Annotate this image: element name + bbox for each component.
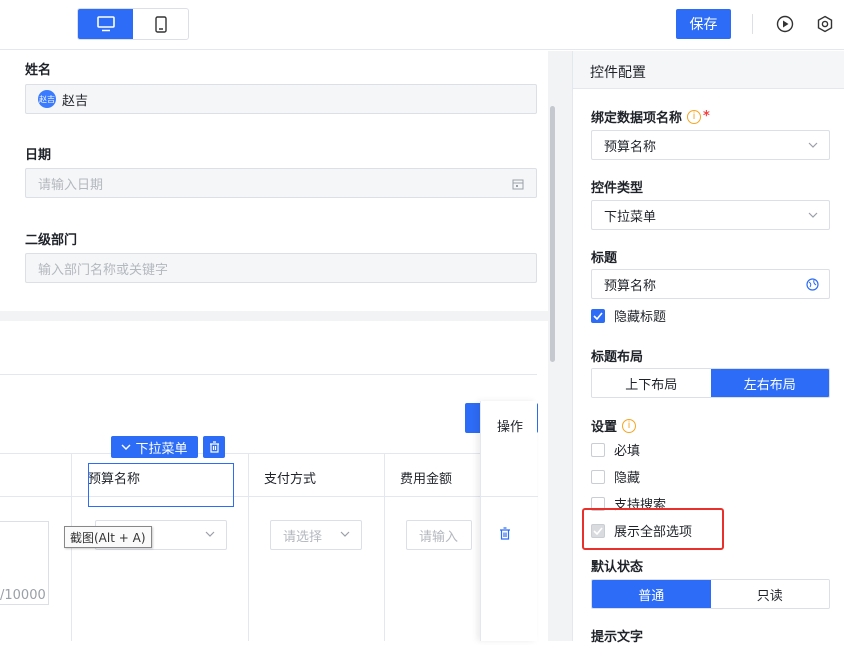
settings-label: 设置 i	[591, 416, 637, 435]
date-placeholder: 请输入日期	[38, 177, 104, 193]
avatar: 赵吉	[38, 90, 56, 108]
state-normal-option[interactable]: 普通	[592, 580, 711, 608]
trash-icon[interactable]	[499, 527, 511, 540]
partial-cell-value: /10000	[0, 588, 46, 603]
control-type-tag[interactable]: 下拉菜单	[111, 436, 198, 458]
canvas-scrollbar[interactable]	[550, 106, 555, 362]
divider	[481, 496, 538, 497]
hidden-label: 隐藏	[614, 471, 641, 486]
dept-field[interactable]: 输入部门名称或关键字	[25, 253, 537, 283]
default-state-toggle: 普通 只读	[591, 579, 830, 609]
date-field-label: 日期	[25, 148, 52, 163]
state-readonly-option[interactable]: 只读	[710, 580, 829, 608]
panel-title: 控件配置	[590, 65, 646, 81]
chevron-down-icon	[808, 142, 818, 148]
heading-value: 预算名称	[604, 278, 657, 294]
header-amount: 费用金额	[400, 472, 453, 487]
column-divider	[248, 453, 249, 641]
layout-left-right-option[interactable]: 左右布局	[710, 369, 829, 397]
input-placeholder: 请输入	[419, 529, 459, 545]
control-tag-label: 下拉菜单	[135, 441, 188, 457]
title-layout-label: 标题布局	[591, 350, 644, 365]
delete-control-button[interactable]	[203, 436, 225, 458]
settings-label-text: 设置	[591, 420, 618, 435]
bind-field-value: 预算名称	[604, 139, 657, 155]
name-field[interactable]: 赵吉 赵吉	[25, 84, 537, 114]
desktop-view-button[interactable]	[78, 9, 133, 39]
checkbox[interactable]	[591, 442, 605, 457]
chevron-down-icon	[340, 531, 350, 537]
hide-title-checkbox[interactable]: 隐藏标题	[591, 306, 666, 325]
date-field[interactable]: 请输入日期	[25, 168, 537, 198]
info-icon[interactable]: i	[687, 109, 702, 124]
chevron-down-icon	[205, 531, 215, 537]
gear-icon	[817, 15, 833, 33]
default-state-label: 默认状态	[591, 560, 644, 575]
column-divider	[384, 453, 385, 641]
checkbox[interactable]	[591, 469, 605, 484]
annotation-highlight	[582, 508, 724, 550]
toolbar-divider	[752, 14, 753, 34]
bind-field-label-text: 绑定数据项名称	[591, 111, 683, 126]
calendar-icon	[512, 179, 524, 190]
top-toolbar: 保存	[0, 0, 844, 50]
layout-top-bottom-option[interactable]: 上下布局	[592, 369, 711, 397]
name-field-label: 姓名	[25, 63, 52, 78]
heading-input[interactable]: 预算名称	[591, 269, 830, 299]
selected-control-outline	[88, 463, 234, 507]
info-icon[interactable]: i	[622, 418, 637, 433]
heading-label: 标题	[591, 251, 618, 266]
phone-icon	[154, 15, 167, 33]
control-config-panel: 控件配置 绑定数据项名称 i * 预算名称 控件类型 下拉菜单 标题 预算名称 …	[572, 51, 844, 645]
control-type-select[interactable]: 下拉菜单	[591, 200, 830, 230]
required-checkbox[interactable]: 必填	[591, 440, 640, 459]
hint-text-label: 提示文字	[591, 630, 644, 645]
settings-button[interactable]	[814, 13, 836, 35]
select-placeholder: 请选择	[283, 529, 323, 545]
check-icon	[593, 311, 603, 320]
table-top-border	[0, 453, 537, 454]
header-operation: 操作	[497, 420, 524, 435]
dept-field-label: 二级部门	[25, 233, 78, 248]
table-header-border	[0, 496, 537, 497]
globe-icon[interactable]	[806, 278, 819, 291]
mobile-view-button[interactable]	[133, 9, 188, 39]
panel-header: 控件配置	[573, 51, 844, 89]
bind-field-label: 绑定数据项名称 i *	[591, 107, 710, 126]
checkbox-checked[interactable]	[591, 308, 605, 323]
dept-placeholder: 输入部门名称或关键字	[38, 262, 169, 278]
required-mark: *	[703, 109, 710, 124]
bind-field-select[interactable]: 预算名称	[591, 130, 830, 160]
required-label: 必填	[614, 444, 641, 459]
device-switch	[77, 8, 189, 40]
control-type-label: 控件类型	[591, 181, 644, 196]
hide-title-label: 隐藏标题	[614, 310, 667, 325]
save-button[interactable]: 保存	[676, 9, 731, 39]
payment-method-select[interactable]: 请选择	[270, 520, 362, 550]
user-chip: 赵吉 赵吉	[38, 90, 88, 109]
title-layout-toggle: 上下布局 左右布局	[591, 368, 830, 398]
divider	[0, 374, 537, 375]
operation-column: 操作	[480, 401, 538, 641]
trash-icon	[209, 441, 219, 453]
amount-input[interactable]: 请输入	[406, 520, 472, 550]
header-payment-method: 支付方式	[264, 472, 317, 487]
preview-button[interactable]	[774, 13, 796, 35]
user-name: 赵吉	[62, 93, 89, 109]
hidden-checkbox[interactable]: 隐藏	[591, 467, 640, 486]
screenshot-tooltip: 截图(Alt + A)	[64, 526, 152, 548]
chevron-down-icon	[808, 212, 818, 218]
chevron-down-icon	[121, 444, 131, 450]
monitor-icon	[96, 16, 115, 32]
control-type-value: 下拉菜单	[604, 209, 657, 225]
play-icon	[776, 15, 794, 33]
